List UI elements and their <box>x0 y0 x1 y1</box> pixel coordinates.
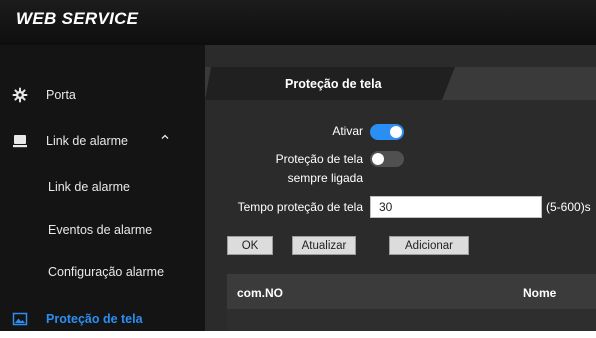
ok-button[interactable]: OK <box>227 236 273 255</box>
sidebar-item-label: Eventos de alarme <box>48 223 153 237</box>
adicionar-button[interactable]: Adicionar <box>389 236 469 255</box>
tab-protecao-de-tela[interactable]: Proteção de tela <box>205 67 455 100</box>
sidebar: Porta Link de alarme Link de alarme Even… <box>0 45 205 331</box>
sidebar-subitem-configuracao-alarme[interactable]: Configuração alarme <box>0 255 205 291</box>
sempre-ligada-label-line2: sempre ligada <box>287 171 363 185</box>
sidebar-item-label: Configuração alarme <box>48 265 165 279</box>
image-icon <box>12 312 28 326</box>
sidebar-subitem-link-de-alarme[interactable]: Link de alarme <box>0 170 205 206</box>
column-header-com-no[interactable]: com.NO <box>237 286 283 300</box>
ativar-label: Ativar <box>332 124 363 138</box>
sempre-ligada-label-line1: Proteção de tela <box>275 152 363 166</box>
monitor-icon <box>13 135 27 148</box>
tempo-range-hint: (5-600)s <box>546 200 591 214</box>
chevron-up-icon[interactable] <box>160 132 170 142</box>
sidebar-item-link-de-alarme-group[interactable]: Link de alarme <box>0 124 205 160</box>
sidebar-item-label: Link de alarme <box>48 180 130 194</box>
sidebar-item-protecao-de-tela[interactable]: Proteção de tela <box>0 302 205 338</box>
tempo-protecao-label: Tempo proteção de tela <box>237 200 363 214</box>
sidebar-subitem-eventos-de-alarme[interactable]: Eventos de alarme <box>0 213 205 249</box>
tab-label: Proteção de tela <box>285 77 382 91</box>
ativar-toggle[interactable] <box>370 124 404 140</box>
main-content: Proteção de tela Ativar Proteção de tela… <box>205 45 596 331</box>
app-header: WEB SERVICE <box>0 0 596 45</box>
toggle-knob <box>372 153 384 165</box>
sempre-ligada-toggle[interactable] <box>370 151 404 167</box>
sidebar-item-label: Porta <box>46 88 76 102</box>
sidebar-item-label: Link de alarme <box>46 134 128 148</box>
table-body <box>227 309 596 331</box>
toggle-knob <box>390 126 402 138</box>
sidebar-item-porta[interactable]: Porta <box>0 78 205 114</box>
app-title: WEB SERVICE <box>16 9 139 28</box>
table-header: com.NO Nome <box>227 274 596 309</box>
tempo-protecao-input[interactable] <box>370 196 542 218</box>
atualizar-button[interactable]: Atualizar <box>292 236 356 255</box>
gear-icon <box>12 87 28 103</box>
column-header-nome[interactable]: Nome <box>523 286 556 300</box>
sidebar-item-label: Proteção de tela <box>46 312 143 326</box>
